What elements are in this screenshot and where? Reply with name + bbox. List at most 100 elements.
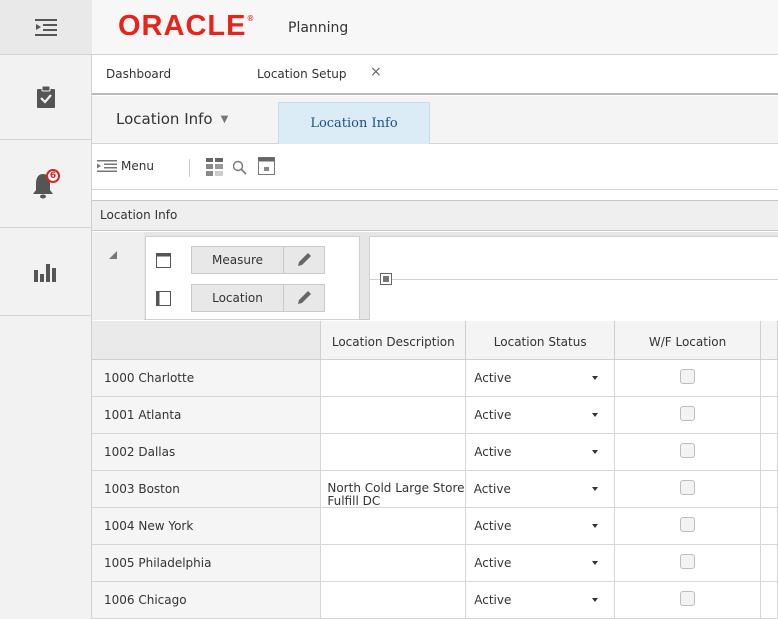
location-description-cell[interactable] [320,544,467,582]
dropdown-caret-icon [592,375,599,380]
dropdown-caret-icon [592,412,599,417]
measure-chip[interactable]: Measure [191,246,325,274]
menu-lines-icon [97,160,117,172]
location-status-dropdown[interactable]: Active [465,507,616,545]
location-name-cell: 1002 Dallas [92,433,322,471]
location-description-cell[interactable] [320,396,467,434]
status-value: Active [474,593,512,607]
wf-location-cell [614,470,761,508]
column-header-location [92,321,322,360]
column-header-description[interactable]: Location Description [320,321,467,360]
navigator-button[interactable] [0,0,92,55]
wf-location-cell [614,544,761,582]
wf-location-cell [614,433,761,471]
clipboard-check-icon [37,86,55,108]
pencil-icon[interactable] [284,252,324,268]
wf-location-checkbox[interactable] [680,591,696,606]
calendar-view-icon[interactable] [258,157,275,175]
table-header-row: Location Description Location Status W/F… [92,321,778,360]
wf-location-checkbox[interactable] [680,554,696,569]
pencil-icon[interactable] [284,290,324,306]
status-value: Active [474,519,512,533]
wf-location-cell [614,359,761,397]
chevron-down-icon: ▼ [220,114,229,125]
empty-cell [760,396,778,434]
tab-location-setup[interactable]: Location Setup [257,67,347,81]
table-row: 1004 New York Active [92,507,778,545]
location-status-dropdown[interactable]: Active [465,396,616,434]
pivot-column-area [369,236,778,320]
tab-dashboard[interactable]: Dashboard [106,67,171,81]
registered-mark: ® [247,14,255,23]
column-header-wf-location[interactable]: W/F Location [614,321,761,360]
dropdown-caret-icon [592,561,599,565]
location-table: Location Description Location Status W/F… [92,321,778,619]
dropdown-caret-icon [592,486,599,491]
pivot-row-tiles: Measure Location [145,236,360,320]
wf-location-checkbox[interactable] [680,368,696,384]
location-name-cell: 1001 Atlanta [92,396,322,434]
wf-location-checkbox[interactable] [680,479,696,495]
table-row: 1001 Atlanta Active [92,396,778,434]
location-status-dropdown[interactable]: Active [465,359,616,397]
active-view-tab[interactable]: Location Info [278,102,430,144]
location-name-cell: 1006 Chicago [92,581,322,619]
column-layout-icon[interactable] [380,273,392,285]
oracle-logo: ORACLE® [118,10,254,43]
status-value: Active [474,407,512,422]
collapse-triangle-icon[interactable] [109,251,117,259]
location-chip[interactable]: Location [191,284,325,312]
wf-location-cell [614,581,761,619]
empty-cell [760,544,778,582]
table-row: 1005 Philadelphia Active [92,544,778,582]
empty-cell [760,470,778,508]
location-description-cell[interactable]: North Cold Large Store Fulfill DC [321,470,466,508]
wf-location-cell [614,507,761,545]
location-description-cell[interactable] [320,433,467,471]
location-name-cell: 1000 Charlotte [92,359,322,397]
menu-label: Menu [121,159,154,173]
location-status-dropdown[interactable]: Active [465,581,616,619]
wf-location-checkbox[interactable] [680,442,696,458]
view-dropdown-label: Location Info [116,110,213,128]
dropdown-caret-icon [592,524,599,528]
panel-title: Location Info [92,200,778,231]
tab-bar: Dashboard Location Setup × [92,55,778,95]
location-status-dropdown[interactable]: Active [465,433,616,471]
notifications-button[interactable]: 6 [0,140,92,228]
location-status-dropdown[interactable]: Active [465,470,616,508]
pivot-corner [92,232,144,320]
empty-cell [760,581,778,619]
status-value: Active [473,481,511,496]
data-grid: Location Description Location Status W/F… [92,321,778,619]
table-row: 1002 Dallas Active [92,433,778,471]
logo-text: ORACLE [118,10,247,42]
pivot-tile-measure: Measure [156,245,325,275]
view-dropdown[interactable]: Location Info ▼ [116,110,228,128]
tasks-button[interactable] [0,55,92,140]
wf-location-checkbox[interactable] [680,517,696,532]
location-chip-label: Location [192,285,284,311]
search-icon[interactable] [232,160,247,175]
wf-location-checkbox[interactable] [680,405,696,421]
navigation-rail: 6 [0,0,92,619]
pivot-area: Measure Location [92,232,778,320]
location-description-cell[interactable] [320,507,467,545]
close-tab-icon[interactable]: × [370,64,382,80]
menu-button[interactable]: Menu [97,159,154,173]
measure-chip-label: Measure [192,247,284,273]
table-row: 1006 Chicago Active [92,581,778,619]
pivot-grid-icon[interactable] [206,158,224,176]
location-description-cell[interactable] [320,359,467,397]
product-name: Planning [288,20,349,36]
notification-count-badge: 6 [46,168,60,183]
location-status-dropdown[interactable]: Active [465,544,616,582]
dropdown-caret-icon [592,598,599,602]
reports-button[interactable] [0,228,92,316]
location-name-cell: 1005 Philadelphia [92,544,322,582]
pivot-column-divider [370,279,778,280]
active-view-label: Location Info [310,116,398,131]
location-description-cell[interactable] [320,581,467,619]
column-header-status[interactable]: Location Status [465,321,616,360]
table-row: 1003 Boston North Cold Large Store Fulfil… [92,470,778,508]
